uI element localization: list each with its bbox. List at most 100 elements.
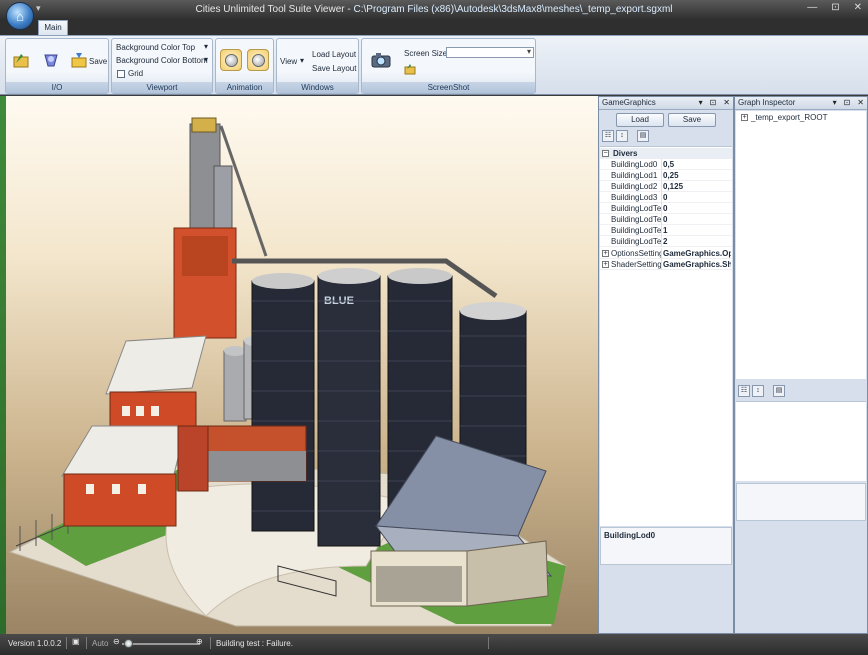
io-group-label: I/O [6,82,108,93]
property-group-row[interactable]: + OptionsSetting GameGraphics.Opt [600,248,732,259]
property-key: ShaderSetting: [611,259,662,270]
categorized-view-icon[interactable]: ☷ [602,130,614,142]
windows-group: View ▾ Load Layout Save Layout Windows [276,38,359,94]
pause-icon [251,53,265,67]
ribbon: Save I/O Background Color Top ▾ Backgrou… [0,35,868,95]
animation-group: Animation [215,38,274,94]
bg-top-dropdown-icon[interactable]: ▾ [204,42,208,51]
alphabetical-sort-icon[interactable]: ↕ [752,385,764,397]
play-animation-button[interactable] [220,49,242,71]
scene-tree: + _temp_export_ROOT [736,111,866,379]
category-divers[interactable]: − Divers [600,148,732,159]
expand-icon[interactable]: + [741,114,748,122]
zoom-in-icon[interactable]: ⊕ [196,637,203,646]
pin-icon[interactable]: ⊡ [710,97,717,109]
property-row[interactable]: BuildingLod0 0,5 [600,159,732,170]
zoom-out-icon[interactable]: ⊖ [113,637,120,646]
pin-icon[interactable]: ⊡ [844,97,851,109]
property-pages-icon[interactable]: ▤ [637,130,649,142]
window-title: Cities Unlimited Tool Suite Viewer - C:\… [0,4,868,15]
view-dropdown-icon[interactable]: ▾ [300,56,304,65]
property-key: BuildingLodTec [611,203,662,214]
save-layout-button[interactable]: Save Layout [312,64,356,73]
expand-icon[interactable]: + [602,261,609,268]
property-value[interactable]: 0 [663,192,731,203]
background-color-bottom[interactable]: Background Color Bottom [116,56,208,65]
save-icon[interactable] [70,51,88,69]
open-folder-icon[interactable] [12,51,30,69]
gamegraphics-header: GameGraphics ▾ ⊡ ✕ [599,97,733,110]
categorized-view-icon[interactable]: ☷ [738,385,750,397]
ribbon-tab-strip [0,20,868,35]
inspector-property-grid [736,401,866,481]
background-color-top[interactable]: Background Color Top [116,43,195,52]
divider [66,637,67,649]
view-dropdown[interactable]: View [280,57,297,66]
property-key: BuildingLod2 [611,181,662,192]
property-value[interactable]: GameGraphics.Opt [663,248,731,259]
zoom-slider-thumb[interactable] [124,639,133,648]
io-group: Save I/O [5,38,109,94]
save-button[interactable]: Save [668,113,716,127]
property-row[interactable]: BuildingLodTec 0 [600,214,732,225]
divider [86,637,87,649]
property-row[interactable]: BuildingLodTec 1 [600,225,732,236]
collapse-icon[interactable]: − [602,150,609,157]
panel-close-icon[interactable]: ✕ [857,97,864,109]
graph-inspector-panel: Graph Inspector ▾ ⊡ ✕ + _temp_export_ROOT… [734,96,868,634]
zoom-slider[interactable] [122,643,200,645]
property-value[interactable]: GameGraphics.Sha [663,259,731,270]
maximize-button[interactable]: ⊡ [831,2,839,13]
property-key: OptionsSetting [611,248,662,259]
tab-main[interactable]: Main [38,20,68,35]
property-value[interactable]: 0,125 [663,181,731,192]
panel-dropdown-icon[interactable]: ▾ [833,97,837,109]
property-row[interactable]: BuildingLod2 0,125 [600,181,732,192]
tree-node-label: _temp_export_ROOT [751,113,828,122]
tree-node-root[interactable]: + _temp_export_ROOT [741,113,827,122]
status-message: Building test : Failure. [216,639,293,648]
expand-icon[interactable]: + [602,250,609,257]
grid-checkbox[interactable] [117,70,125,78]
property-pages-icon[interactable]: ▤ [773,385,785,397]
property-row[interactable]: BuildingLod3 0 [600,192,732,203]
camera-icon[interactable] [370,51,392,69]
viewport-group: Background Color Top ▾ Background Color … [111,38,213,94]
minimize-button[interactable]: — [807,2,817,13]
alphabetical-sort-icon[interactable]: ↕ [616,130,628,142]
import-icon[interactable] [42,51,60,69]
animation-group-label: Animation [216,82,273,93]
graph-inspector-header: Graph Inspector ▾ ⊡ ✕ [735,97,867,110]
folder-icon[interactable] [404,63,416,75]
screen-size-select[interactable] [446,47,534,58]
property-group-row[interactable]: + ShaderSetting: GameGraphics.Sha [600,259,732,270]
title-bar: ▾ Cities Unlimited Tool Suite Viewer - C… [0,0,868,20]
property-value[interactable]: 1 [663,225,731,236]
property-value[interactable]: 0,25 [663,170,731,181]
property-value[interactable]: 0 [663,203,731,214]
bg-bottom-dropdown-icon[interactable]: ▾ [204,55,208,64]
viewport-group-label: Viewport [112,82,212,93]
property-value[interactable]: 0,5 [663,159,731,170]
panel-dropdown-icon[interactable]: ▾ [699,97,703,109]
save-button[interactable]: Save [89,57,107,66]
property-key: BuildingLod3 [611,192,662,203]
load-button[interactable]: Load [616,113,664,127]
gamegraphics-title: GameGraphics [602,98,656,107]
application-menu-button[interactable]: ⌂ [6,2,34,30]
property-row[interactable]: BuildingLodTec 0 [600,203,732,214]
3d-viewport[interactable]: BLUE [6,96,598,634]
screenshot-status-icon[interactable]: ▣ [72,637,80,646]
graph-inspector-title: Graph Inspector [738,98,796,107]
close-button[interactable]: ✕ [854,2,862,13]
auto-label: Auto [92,639,109,648]
file-path: C:\Program Files (x86)\Autodesk\3dsMax8\… [353,4,673,15]
property-value[interactable]: 2 [663,236,731,247]
gamegraphics-panel: GameGraphics ▾ ⊡ ✕ Load Save ☷ ↕ ▤ − Div… [598,96,734,634]
property-row[interactable]: BuildingLodTec 2 [600,236,732,247]
property-value[interactable]: 0 [663,214,731,225]
panel-close-icon[interactable]: ✕ [723,97,730,109]
pause-animation-button[interactable] [247,49,269,71]
property-row[interactable]: BuildingLod1 0,25 [600,170,732,181]
load-layout-button[interactable]: Load Layout [312,50,356,59]
